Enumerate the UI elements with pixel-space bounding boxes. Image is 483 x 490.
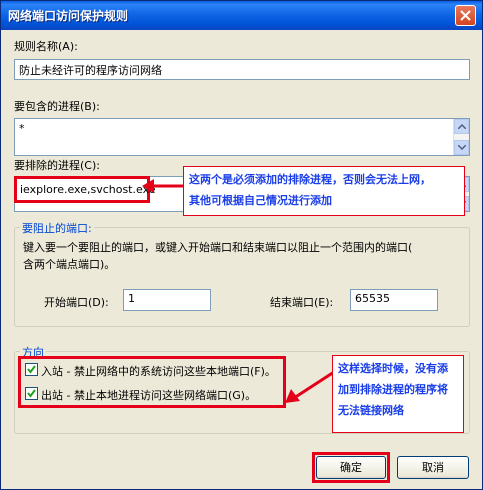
end-port-label: 结束端口(E): [270,296,334,309]
direction-note-line2: 加到排除进程的程序将 [338,383,448,396]
direction-note-line3: 无法链接网络 [338,404,404,417]
rule-name-label: 规则名称(A): [14,40,78,53]
direction-annotation-arrow [285,370,335,403]
include-processes-textarea[interactable]: * [14,118,470,156]
close-icon [460,10,471,21]
arrow-up-icon [458,124,466,129]
ports-group-title: 要阻止的端口: [20,220,94,236]
cancel-button[interactable]: 取消 [397,456,469,479]
direction-note-line1: 这样选择时候，没有添 [338,362,448,375]
exclude-note-line2: 其他可根据自己情况进行添加 [189,194,332,207]
close-button[interactable] [455,5,476,26]
include-scrollbar[interactable] [453,119,469,155]
exclude-highlight-box: iexplore.exe,svchost.exe [14,176,156,203]
start-port-input[interactable]: 1 [123,289,211,311]
include-processes-value: * [19,122,25,135]
arrow-down-icon [458,145,466,150]
exclude-processes-value: iexplore.exe,svchost.exe [20,183,156,196]
start-port-label: 开始端口(D): [44,296,109,309]
scroll-down-button[interactable] [454,140,469,155]
exclude-processes-label: 要排除的进程(C): [14,159,100,172]
include-processes-label: 要包含的进程(B): [14,100,100,113]
ok-highlight-box [312,452,390,483]
window-title: 网络端口访问保护规则 [8,9,129,23]
exclude-note-line1: 这两个是必须添加的排除进程，否则会无法上网， [189,173,431,186]
direction-highlight-box [18,356,286,408]
end-port-input[interactable]: 65535 [350,289,438,311]
exclude-annotation-note: 这两个是必须添加的排除进程，否则会无法上网， 其他可根据自己情况进行添加 [183,166,465,216]
rule-name-input[interactable]: 防止未经许可的程序访问网络 [14,59,470,80]
title-bar[interactable]: 网络端口访问保护规则 [1,1,482,30]
ports-description-line2: 含两个端点端口)。 [23,258,116,271]
scroll-up-button[interactable] [454,119,469,134]
direction-annotation-note: 这样选择时候，没有添 加到排除进程的程序将 无法链接网络 [332,355,464,433]
ports-description-line1: 键入要一个要阻止的端口，或键入开始端口和结束端口以阻止一个范围内的端口( [23,241,413,254]
